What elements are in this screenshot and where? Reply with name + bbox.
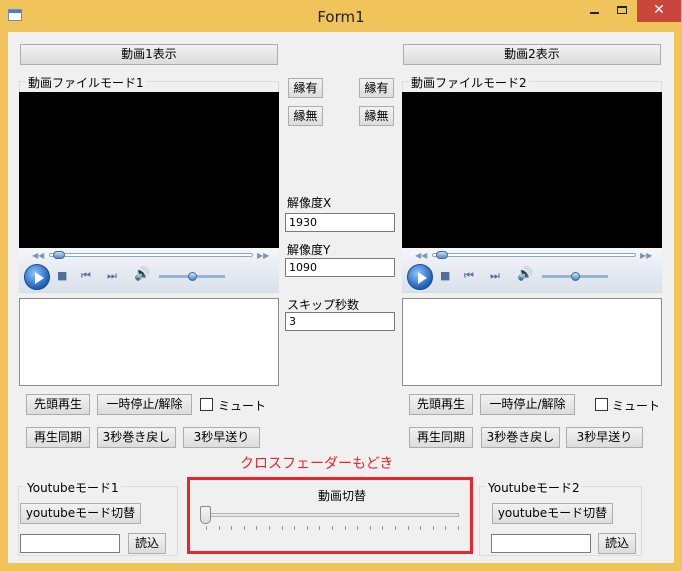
video1-player-controls: ◀◀ ▶▶ ■ ⏮ ⏭ 🔊: [19, 248, 279, 292]
next-icon[interactable]: ⏭: [107, 269, 117, 283]
video1-info-textarea[interactable]: [19, 298, 279, 386]
app-window: Form1 ✕ 動画1表示 動画ファイルモード1 ◀◀ ▶▶ ■ ⏮ ⏭ 🔊 先…: [0, 0, 682, 571]
video2-seek-knob[interactable]: [435, 251, 448, 259]
youtube1-url-input[interactable]: [20, 534, 120, 553]
previous-icon[interactable]: ⏮: [81, 269, 91, 283]
crossfader-annotation: クロスフェーダーもどき: [240, 456, 394, 472]
video1-volume-knob[interactable]: [187, 272, 197, 281]
previous-icon[interactable]: ⏮: [464, 269, 474, 283]
volume-icon[interactable]: 🔊: [134, 267, 150, 282]
seek-forward-icon: ▶▶: [257, 251, 270, 260]
video2-seek-bar[interactable]: [432, 253, 636, 257]
minimize-button[interactable]: [580, 0, 608, 22]
video1-seek-bar[interactable]: [49, 253, 253, 257]
seek-back-icon: ◀◀: [415, 251, 428, 260]
maximize-icon: [617, 6, 627, 14]
crossfade-tick: [395, 526, 396, 530]
form-client-area: 動画1表示 動画ファイルモード1 ◀◀ ▶▶ ■ ⏮ ⏭ 🔊 先頭再生 一時停止…: [8, 32, 674, 563]
youtube2-url-input[interactable]: [491, 534, 591, 553]
stop-icon[interactable]: ■: [440, 269, 450, 282]
video1-rewind-button[interactable]: 3秒巻き戻し: [97, 427, 176, 448]
close-icon: ✕: [653, 2, 665, 18]
video1-forward-button[interactable]: 3秒早送り: [183, 427, 260, 448]
resolution-y-label: 解像度Y: [287, 243, 331, 257]
video2-rewind-button[interactable]: 3秒巻き戻し: [481, 427, 560, 448]
video2-volume-knob[interactable]: [570, 272, 580, 281]
video1-border-on-button[interactable]: 縁有: [288, 78, 323, 98]
resolution-x-label: 解像度X: [287, 196, 332, 210]
crossfade-tick: [269, 526, 270, 530]
video-switch-label: 動画切替: [318, 489, 367, 503]
video1-pause-button[interactable]: 一時停止/解除: [97, 394, 192, 415]
youtube-mode2-title: Youtubeモード2: [486, 479, 582, 496]
crossfade-tick: [458, 526, 459, 530]
video1-sync-button[interactable]: 再生同期: [26, 427, 90, 448]
video1-seek-knob[interactable]: [52, 251, 65, 259]
seek-back-icon: ◀◀: [32, 251, 45, 260]
skip-seconds-input[interactable]: 3: [285, 312, 395, 331]
crossfade-tick: [243, 526, 245, 530]
skip-seconds-label: スキップ秒数: [287, 298, 360, 312]
youtube2-load-button[interactable]: 読込: [598, 533, 636, 554]
youtube1-load-button[interactable]: 読込: [128, 533, 166, 554]
next-icon[interactable]: ⏭: [490, 269, 500, 283]
maximize-button[interactable]: [608, 0, 636, 22]
title-bar[interactable]: Form1 ✕: [0, 0, 682, 32]
video-file-mode2-title: 動画ファイルモード2: [409, 74, 529, 91]
crossfade-tick: [294, 526, 296, 530]
video2-play-button[interactable]: [407, 264, 433, 290]
resolution-y-input[interactable]: 1090: [285, 258, 395, 277]
crossfade-tick: [332, 526, 333, 530]
crossfade-tick: [218, 526, 220, 530]
crossfade-tick: [206, 526, 207, 530]
minimize-icon: [589, 12, 599, 14]
show-video2-button[interactable]: 動画2表示: [403, 44, 661, 65]
crossfade-tick: [306, 526, 308, 530]
crossfade-tick: [382, 526, 384, 530]
video2-player-controls: ◀◀ ▶▶ ■ ⏮ ⏭ 🔊: [402, 248, 662, 292]
video2-player-screen[interactable]: [402, 92, 662, 248]
crossfade-tick: [281, 526, 283, 530]
youtube-mode1-title: Youtubeモード1: [25, 479, 121, 496]
show-video1-button[interactable]: 動画1表示: [20, 44, 278, 65]
video2-border-on-button[interactable]: 縁有: [359, 78, 394, 98]
video1-restart-button[interactable]: 先頭再生: [26, 394, 90, 415]
close-button[interactable]: ✕: [637, 0, 681, 22]
crossfade-tick: [319, 526, 321, 530]
video2-mute-label: ミュート: [612, 399, 661, 413]
video2-border-off-button[interactable]: 縁無: [359, 106, 394, 126]
video1-player-screen[interactable]: [19, 92, 279, 248]
crossfade-tick: [407, 526, 409, 530]
stop-icon[interactable]: ■: [57, 269, 67, 282]
crossfade-tick: [432, 526, 434, 530]
crossfade-trackbar-thumb[interactable]: [200, 506, 211, 524]
crossfade-tick: [344, 526, 346, 530]
video1-play-button[interactable]: [24, 264, 50, 290]
video2-pause-button[interactable]: 一時停止/解除: [480, 394, 575, 415]
volume-icon[interactable]: 🔊: [517, 267, 533, 282]
crossfade-tick: [256, 526, 258, 530]
video2-restart-button[interactable]: 先頭再生: [409, 394, 473, 415]
seek-forward-icon: ▶▶: [640, 251, 653, 260]
video-file-mode1-title: 動画ファイルモード1: [26, 74, 146, 91]
resolution-x-input[interactable]: 1930: [285, 213, 395, 232]
video2-sync-button[interactable]: 再生同期: [409, 427, 473, 448]
crossfade-tick: [231, 526, 233, 530]
video2-mute-checkbox[interactable]: [595, 398, 608, 411]
crossfade-trackbar[interactable]: [205, 513, 459, 517]
youtube2-switch-button[interactable]: youtubeモード切替: [492, 503, 613, 524]
video1-mute-checkbox[interactable]: [200, 398, 213, 411]
crossfade-tick: [420, 526, 422, 530]
video1-border-off-button[interactable]: 縁無: [288, 106, 323, 126]
crossfade-tick: [369, 526, 371, 530]
video1-mute-label: ミュート: [218, 399, 267, 413]
youtube1-switch-button[interactable]: youtubeモード切替: [20, 503, 141, 524]
crossfade-tick: [357, 526, 359, 530]
video2-info-textarea[interactable]: [402, 298, 662, 386]
crossfade-tick: [445, 526, 447, 530]
video2-forward-button[interactable]: 3秒早送り: [566, 427, 643, 448]
